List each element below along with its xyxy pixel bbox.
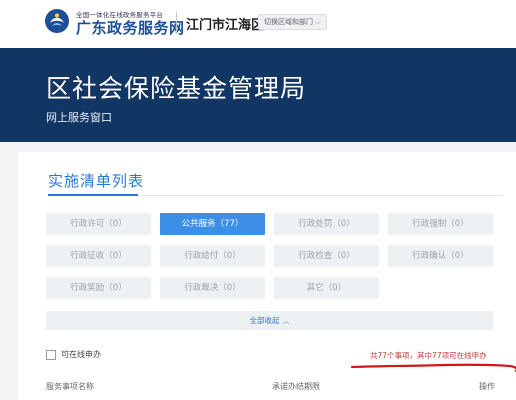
category-tag-administrative-payment[interactable]: 行政给付（0） [160,245,265,267]
column-header-action: 操作 [479,382,495,391]
category-tag-public-service[interactable]: 公共服务（77） [160,213,265,235]
column-header-service-name: 服务事项名称 [46,382,94,391]
category-tag-administrative-ruling[interactable]: 行政裁决（0） [160,277,265,299]
switch-region-label: 切换区域和部门 [264,18,313,26]
category-tag-administrative-levy[interactable]: 行政征收（0） [46,245,151,267]
chevron-down-icon: ⌵ [315,18,321,26]
department-title: 区社会保险基金管理局 [46,74,307,103]
section-title-underline [48,194,138,196]
column-header-promised-time: 承诺办结期限 [272,382,320,391]
category-tag-administrative-inspection[interactable]: 行政检查（0） [274,245,379,267]
department-subtitle: 网上服务窗口 [46,111,112,124]
category-tag-administrative-coercion[interactable]: 行政强制（0） [388,213,493,235]
category-tag-administrative-penalty[interactable]: 行政处罚（0） [274,213,379,235]
category-tag-administrative-reward[interactable]: 行政奖励（0） [46,277,151,299]
online-apply-label: 可在线申办 [61,350,101,359]
header-divider [176,12,177,34]
guangdong-government-logo-icon[interactable] [44,8,70,34]
department-banner: 区社会保险基金管理局 网上服务窗口 [0,48,516,142]
online-apply-checkbox[interactable] [46,350,56,360]
category-tag-administrative-confirmation[interactable]: 行政确认（0） [388,245,493,267]
section-title: 实施清单列表 [48,172,145,190]
chevron-up-icon: ︿ [282,317,290,325]
category-tag-other[interactable]: 其它（0） [274,277,379,299]
collapse-all-label: 全部收起 [249,316,280,325]
switch-region-button[interactable]: 切换区域和部门 ⌵ [258,14,327,30]
site-header: 全国一体化在线政务服务平台 广东政务服务网 江门市江海区 切换区域和部门 ⌵ [0,0,516,49]
category-tag-administrative-license[interactable]: 行政许可（0） [46,213,151,235]
platform-name[interactable]: 广东政务服务网 [76,17,185,38]
red-underline-annotation [350,363,516,373]
collapse-all-button[interactable]: 全部收起 ︿ [46,311,493,330]
implementation-list-panel: 实施清单列表 行政许可（0） 公共服务（77） 行政处罚（0） 行政强制（0） … [18,152,516,400]
current-region: 江门市江海区 [186,18,265,33]
